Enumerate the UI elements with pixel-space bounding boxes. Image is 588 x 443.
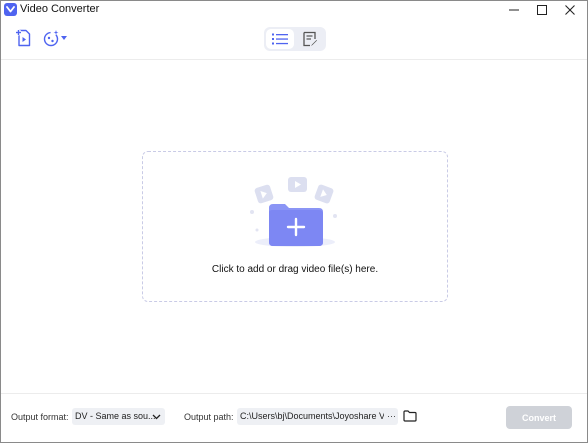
title-bar: Video Converter xyxy=(1,1,587,18)
chevron-down-icon xyxy=(152,414,161,420)
close-icon xyxy=(565,4,575,15)
toolbar xyxy=(1,18,587,60)
minimize-icon xyxy=(509,9,519,10)
task-view-icon xyxy=(303,31,317,47)
drop-zone-text: Click to add or drag video file(s) here. xyxy=(211,264,379,275)
close-button[interactable] xyxy=(556,1,584,18)
path-more-button[interactable]: ··· xyxy=(387,408,396,425)
output-format-label: Output format: xyxy=(11,412,69,422)
list-view-icon xyxy=(272,33,288,45)
add-file-icon[interactable] xyxy=(14,28,34,48)
app-window: Video Converter Click to add or drag vid… xyxy=(0,0,588,443)
output-format-value: DV - Same as sou... xyxy=(75,411,156,421)
app-logo-icon xyxy=(4,3,17,16)
task-view-button[interactable] xyxy=(296,29,324,49)
folder-icon[interactable] xyxy=(403,409,417,423)
output-settings-bar: Output format: DV - Same as sou... Outpu… xyxy=(1,393,587,442)
output-path-value: C:\Users\bj\Documents\Joyoshare VidiK xyxy=(240,411,384,421)
list-view-button[interactable] xyxy=(266,29,294,49)
output-format-select[interactable]: DV - Same as sou... xyxy=(72,408,165,425)
output-path-label: Output path: xyxy=(184,412,234,422)
drop-zone[interactable]: Click to add or drag video file(s) here. xyxy=(142,151,448,302)
effect-icon[interactable] xyxy=(41,28,61,48)
output-path-field[interactable]: C:\Users\bj\Documents\Joyoshare VidiK ··… xyxy=(237,408,398,425)
chevron-down-icon[interactable] xyxy=(60,34,68,42)
minimize-button[interactable] xyxy=(500,1,528,18)
add-folder-icon xyxy=(245,174,345,250)
convert-button[interactable]: Convert xyxy=(506,406,572,429)
window-title: Video Converter xyxy=(20,3,100,15)
view-switcher xyxy=(264,27,326,51)
maximize-icon xyxy=(537,4,547,15)
maximize-button[interactable] xyxy=(528,1,556,18)
